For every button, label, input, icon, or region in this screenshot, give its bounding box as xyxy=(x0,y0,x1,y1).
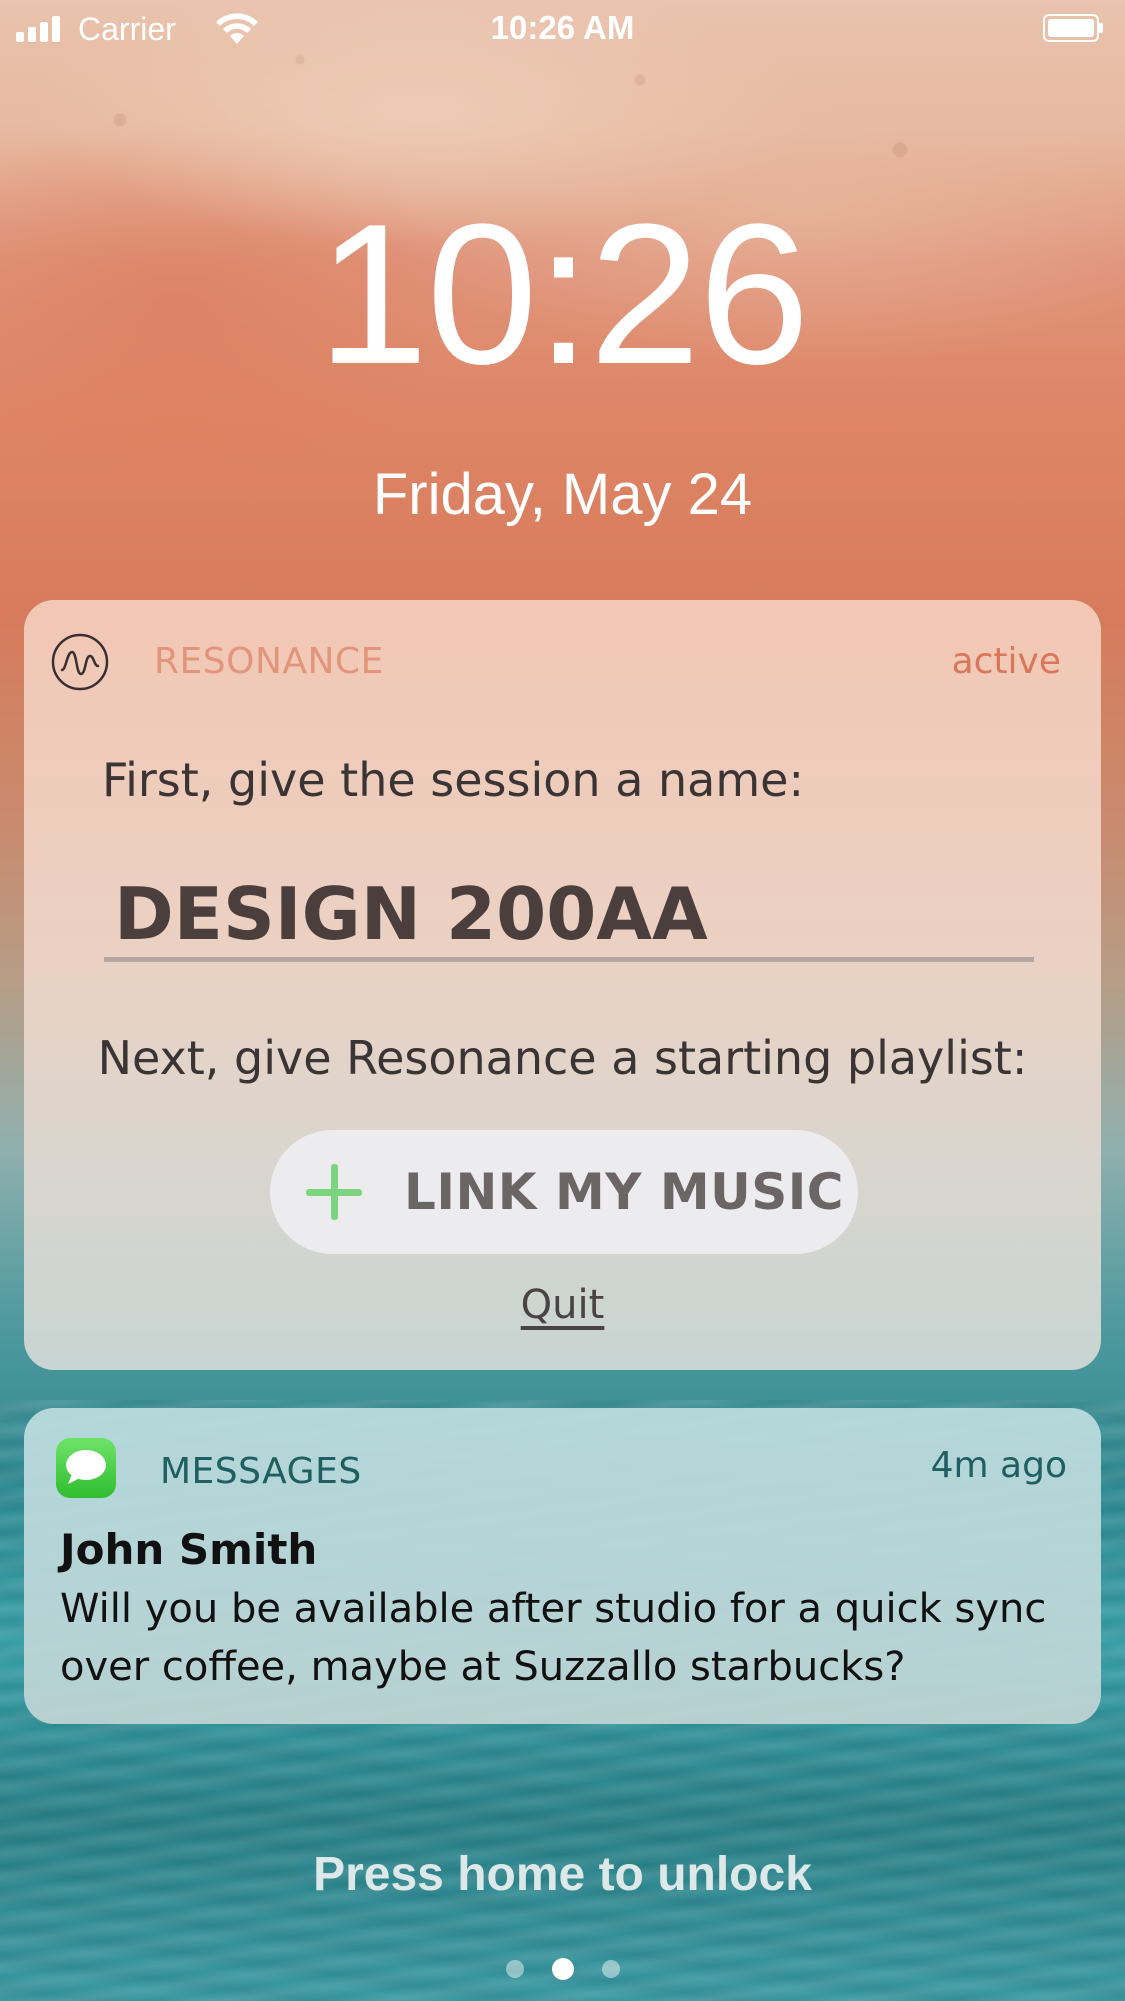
message-sender: John Smith xyxy=(60,1525,318,1574)
resonance-header: RESONANCE active xyxy=(50,632,1061,692)
page-dot xyxy=(505,1960,524,1978)
message-time-ago: 4m ago xyxy=(930,1445,1067,1486)
resonance-status: active xyxy=(951,641,1061,682)
session-name-input[interactable] xyxy=(104,870,1034,962)
page-indicator xyxy=(0,1958,1125,1980)
playlist-prompt: Next, give Resonance a starting playlist… xyxy=(97,1031,1028,1085)
resonance-app-name: RESONANCE xyxy=(154,641,384,682)
link-my-music-label: LINK MY MUSIC xyxy=(404,1163,844,1221)
unlock-hint: Press home to unlock xyxy=(313,1848,812,1901)
plus-icon xyxy=(306,1164,362,1220)
battery-icon xyxy=(1043,14,1103,42)
lock-screen-clock: 10:26 xyxy=(317,183,810,406)
page-dot-active xyxy=(551,1958,574,1980)
link-my-music-button[interactable]: LINK MY MUSIC xyxy=(270,1130,858,1254)
message-body: Will you be available after studio for a… xyxy=(60,1586,1047,1690)
quit-link[interactable]: Quit xyxy=(521,1282,605,1328)
resonance-logo-icon xyxy=(51,633,109,691)
lock-screen-date: Friday, May 24 xyxy=(372,462,753,527)
messages-app-icon xyxy=(56,1438,116,1498)
messages-header: MESSAGES 4m ago xyxy=(56,1438,1067,1500)
page-dot xyxy=(601,1960,620,1978)
status-bar: Carrier 10:26 AM xyxy=(0,0,1125,60)
status-time: 10:26 AM xyxy=(490,9,635,46)
session-name-prompt: First, give the session a name: xyxy=(102,753,804,807)
messages-notification[interactable]: MESSAGES 4m ago John Smith Will you be a… xyxy=(24,1408,1101,1724)
quit-container: Quit xyxy=(24,1280,1101,1330)
resonance-notification[interactable]: RESONANCE active First, give the session… xyxy=(24,600,1101,1370)
messages-app-name: MESSAGES xyxy=(160,1451,362,1492)
